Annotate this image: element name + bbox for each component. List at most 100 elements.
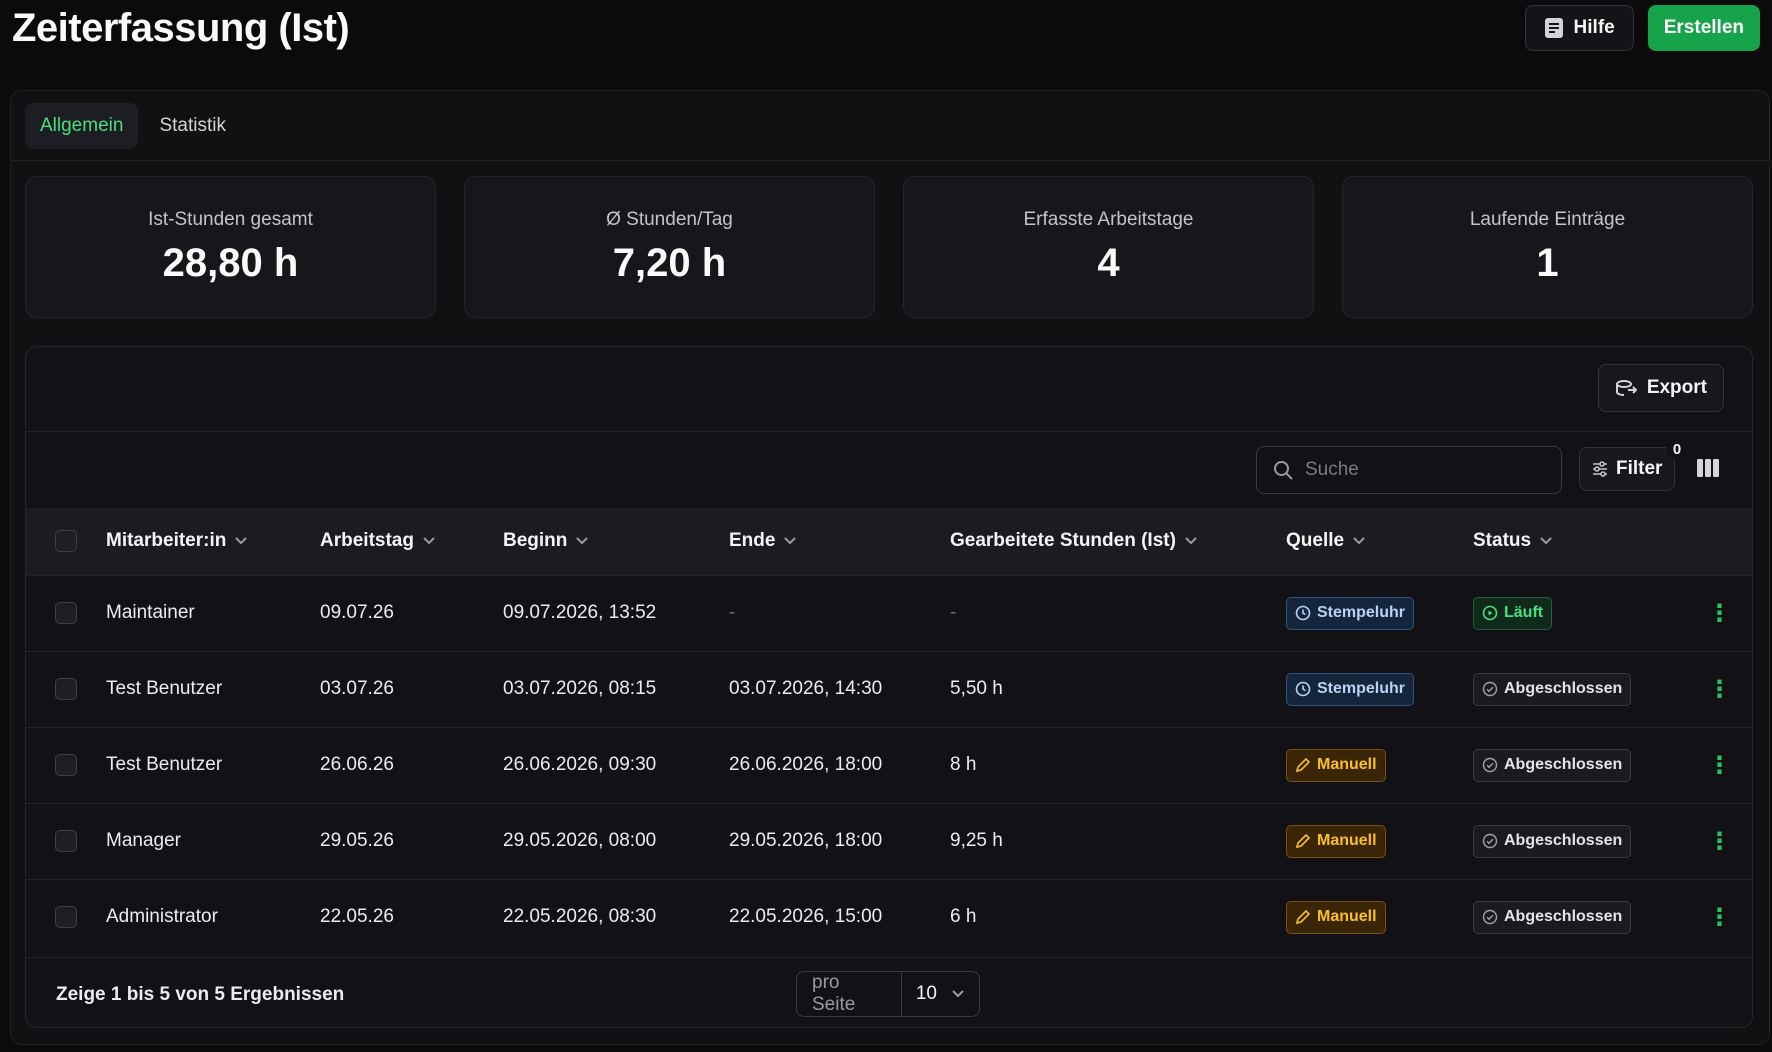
- row-actions-icon[interactable]: ⋮: [1685, 575, 1752, 651]
- column-header-employee[interactable]: Mitarbeiter:in: [106, 508, 320, 575]
- source-badge: Stempeluhr: [1286, 672, 1415, 706]
- search-box: [1256, 446, 1562, 494]
- export-button[interactable]: Export: [1597, 364, 1724, 412]
- cell-employee: Test Benutzer: [106, 678, 223, 699]
- filter-button[interactable]: Filter: [1579, 447, 1676, 491]
- column-header-hours[interactable]: Gearbeitete Stunden (Ist): [950, 508, 1286, 575]
- columns-icon[interactable]: [1696, 458, 1720, 478]
- status-badge: Läuft: [1473, 596, 1553, 630]
- row-checkbox[interactable]: [55, 906, 77, 929]
- chevron-down-icon: [1540, 537, 1552, 545]
- row-actions-icon[interactable]: ⋮: [1685, 651, 1752, 727]
- cell-hours: -: [950, 602, 957, 623]
- help-label: Hilfe: [1573, 17, 1615, 38]
- cell-start: 09.07.2026, 13:52: [503, 602, 657, 623]
- column-header-day[interactable]: Arbeitstag: [320, 508, 503, 575]
- cell-employee: Administrator: [106, 906, 218, 928]
- help-button[interactable]: Hilfe: [1524, 5, 1634, 51]
- time-entries-table: Mitarbeiter:in Arbeitstag Beginn Ende Ge…: [26, 508, 1752, 955]
- search-icon: [1274, 461, 1293, 480]
- cell-start: 03.07.2026, 08:15: [503, 678, 657, 699]
- table-card: Export Filter 0: [25, 346, 1753, 1028]
- play-circle-icon: [1482, 605, 1498, 621]
- cell-start: 26.06.2026, 09:30: [503, 754, 657, 775]
- card-header: Export: [26, 347, 1752, 432]
- table-row[interactable]: Test Benutzer 03.07.26 03.07.2026, 08:15 03…: [26, 651, 1752, 727]
- cell-employee: Manager: [106, 830, 181, 851]
- cell-day: 29.05.26: [320, 830, 394, 851]
- cell-day: 03.07.26: [320, 678, 394, 699]
- check-circle-icon: [1482, 833, 1498, 849]
- cell-hours: 5,50 h: [950, 678, 1003, 699]
- pencil-icon: [1295, 833, 1311, 849]
- source-badge: Manuell: [1286, 900, 1386, 934]
- cell-end: -: [729, 602, 736, 623]
- per-page-value[interactable]: 10: [902, 983, 979, 1005]
- check-circle-icon: [1482, 681, 1498, 697]
- row-checkbox[interactable]: [55, 830, 77, 852]
- source-badge: Manuell: [1286, 824, 1386, 858]
- page-title: Zeiterfassung (Ist): [12, 6, 350, 50]
- column-header-end[interactable]: Ende: [729, 508, 950, 575]
- cell-end: 26.06.2026, 18:00: [729, 754, 883, 775]
- stat-label: Ø Stunden/Tag: [606, 208, 733, 230]
- table-row[interactable]: Administrator 22.05.26 22.05.2026, 08:30 22…: [26, 879, 1752, 955]
- column-header-start[interactable]: Beginn: [503, 508, 729, 575]
- status-badge: Abgeschlossen: [1473, 672, 1632, 706]
- stat-value: 7,20 h: [612, 240, 727, 285]
- column-header-status[interactable]: Status: [1473, 508, 1685, 575]
- check-circle-icon: [1482, 757, 1498, 773]
- chevron-down-icon: [1185, 537, 1197, 545]
- chevron-down-icon: [235, 537, 248, 545]
- row-checkbox[interactable]: [55, 754, 77, 776]
- stat-label: Erfasste Arbeitstage: [1023, 208, 1194, 230]
- cell-start: 22.05.2026, 08:30: [503, 906, 657, 928]
- sliders-icon: [1593, 461, 1607, 477]
- results-summary: Zeige 1 bis 5 von 5 Ergebnissen: [56, 984, 345, 1005]
- row-actions-icon[interactable]: ⋮: [1685, 803, 1752, 879]
- status-badge: Abgeschlossen: [1473, 900, 1632, 934]
- row-checkbox[interactable]: [55, 602, 77, 624]
- select-all-checkbox[interactable]: [55, 530, 77, 553]
- source-badge: Stempeluhr: [1286, 596, 1415, 630]
- export-icon: [1615, 380, 1637, 396]
- stat-value: 4: [1097, 240, 1120, 285]
- cell-start: 29.05.2026, 08:00: [503, 830, 657, 851]
- pencil-icon: [1295, 910, 1311, 925]
- stat-card-avg-hours: Ø Stunden/Tag 7,20 h: [464, 176, 875, 318]
- source-badge: Manuell: [1286, 748, 1386, 782]
- filter-count-badge: 0: [1666, 438, 1688, 460]
- stat-label: Ist-Stunden gesamt: [148, 208, 313, 230]
- stat-value: 1: [1536, 240, 1559, 285]
- book-icon: [1544, 18, 1563, 38]
- export-label: Export: [1646, 377, 1707, 398]
- table-row[interactable]: Test Benutzer 26.06.26 26.06.2026, 09:30 26…: [26, 727, 1752, 803]
- row-actions-icon[interactable]: ⋮: [1685, 879, 1752, 955]
- table-toolbar: Filter 0: [26, 432, 1752, 508]
- create-button[interactable]: Erstellen: [1647, 5, 1760, 51]
- filter-label: Filter: [1616, 458, 1663, 479]
- table-footer: Zeige 1 bis 5 von 5 Ergebnissen pro Seit…: [26, 957, 1752, 1027]
- tab-allgemein[interactable]: Allgemein: [25, 102, 139, 149]
- stat-label: Laufende Einträge: [1469, 208, 1626, 230]
- pencil-icon: [1295, 757, 1311, 773]
- chevron-down-icon: [952, 990, 964, 998]
- chevron-down-icon: [576, 537, 589, 545]
- search-input[interactable]: [1305, 459, 1545, 481]
- stat-card-workdays: Erfasste Arbeitstage 4: [903, 176, 1314, 318]
- cell-employee: Maintainer: [106, 602, 195, 623]
- per-page-select[interactable]: pro Seite 10: [796, 971, 980, 1017]
- tab-statistik[interactable]: Statistik: [144, 103, 241, 149]
- main-panel: Allgemein Statistik Ist-Stunden gesamt 2…: [10, 90, 1770, 1045]
- column-header-source[interactable]: Quelle: [1286, 508, 1473, 575]
- cell-end: 03.07.2026, 14:30: [729, 678, 883, 699]
- row-checkbox[interactable]: [55, 678, 77, 700]
- table-row[interactable]: Manager 29.05.26 29.05.2026, 08:00 29.05.20…: [26, 803, 1752, 879]
- chevron-down-icon: [784, 537, 797, 545]
- table-row[interactable]: Maintainer 09.07.26 09.07.2026, 13:52 - - Ste…: [26, 575, 1752, 651]
- stat-card-running: Laufende Einträge 1: [1342, 176, 1753, 318]
- cell-hours: 9,25 h: [950, 830, 1003, 851]
- row-actions-icon[interactable]: ⋮: [1685, 727, 1752, 803]
- status-badge: Abgeschlossen: [1473, 824, 1632, 858]
- cell-employee: Test Benutzer: [106, 754, 223, 775]
